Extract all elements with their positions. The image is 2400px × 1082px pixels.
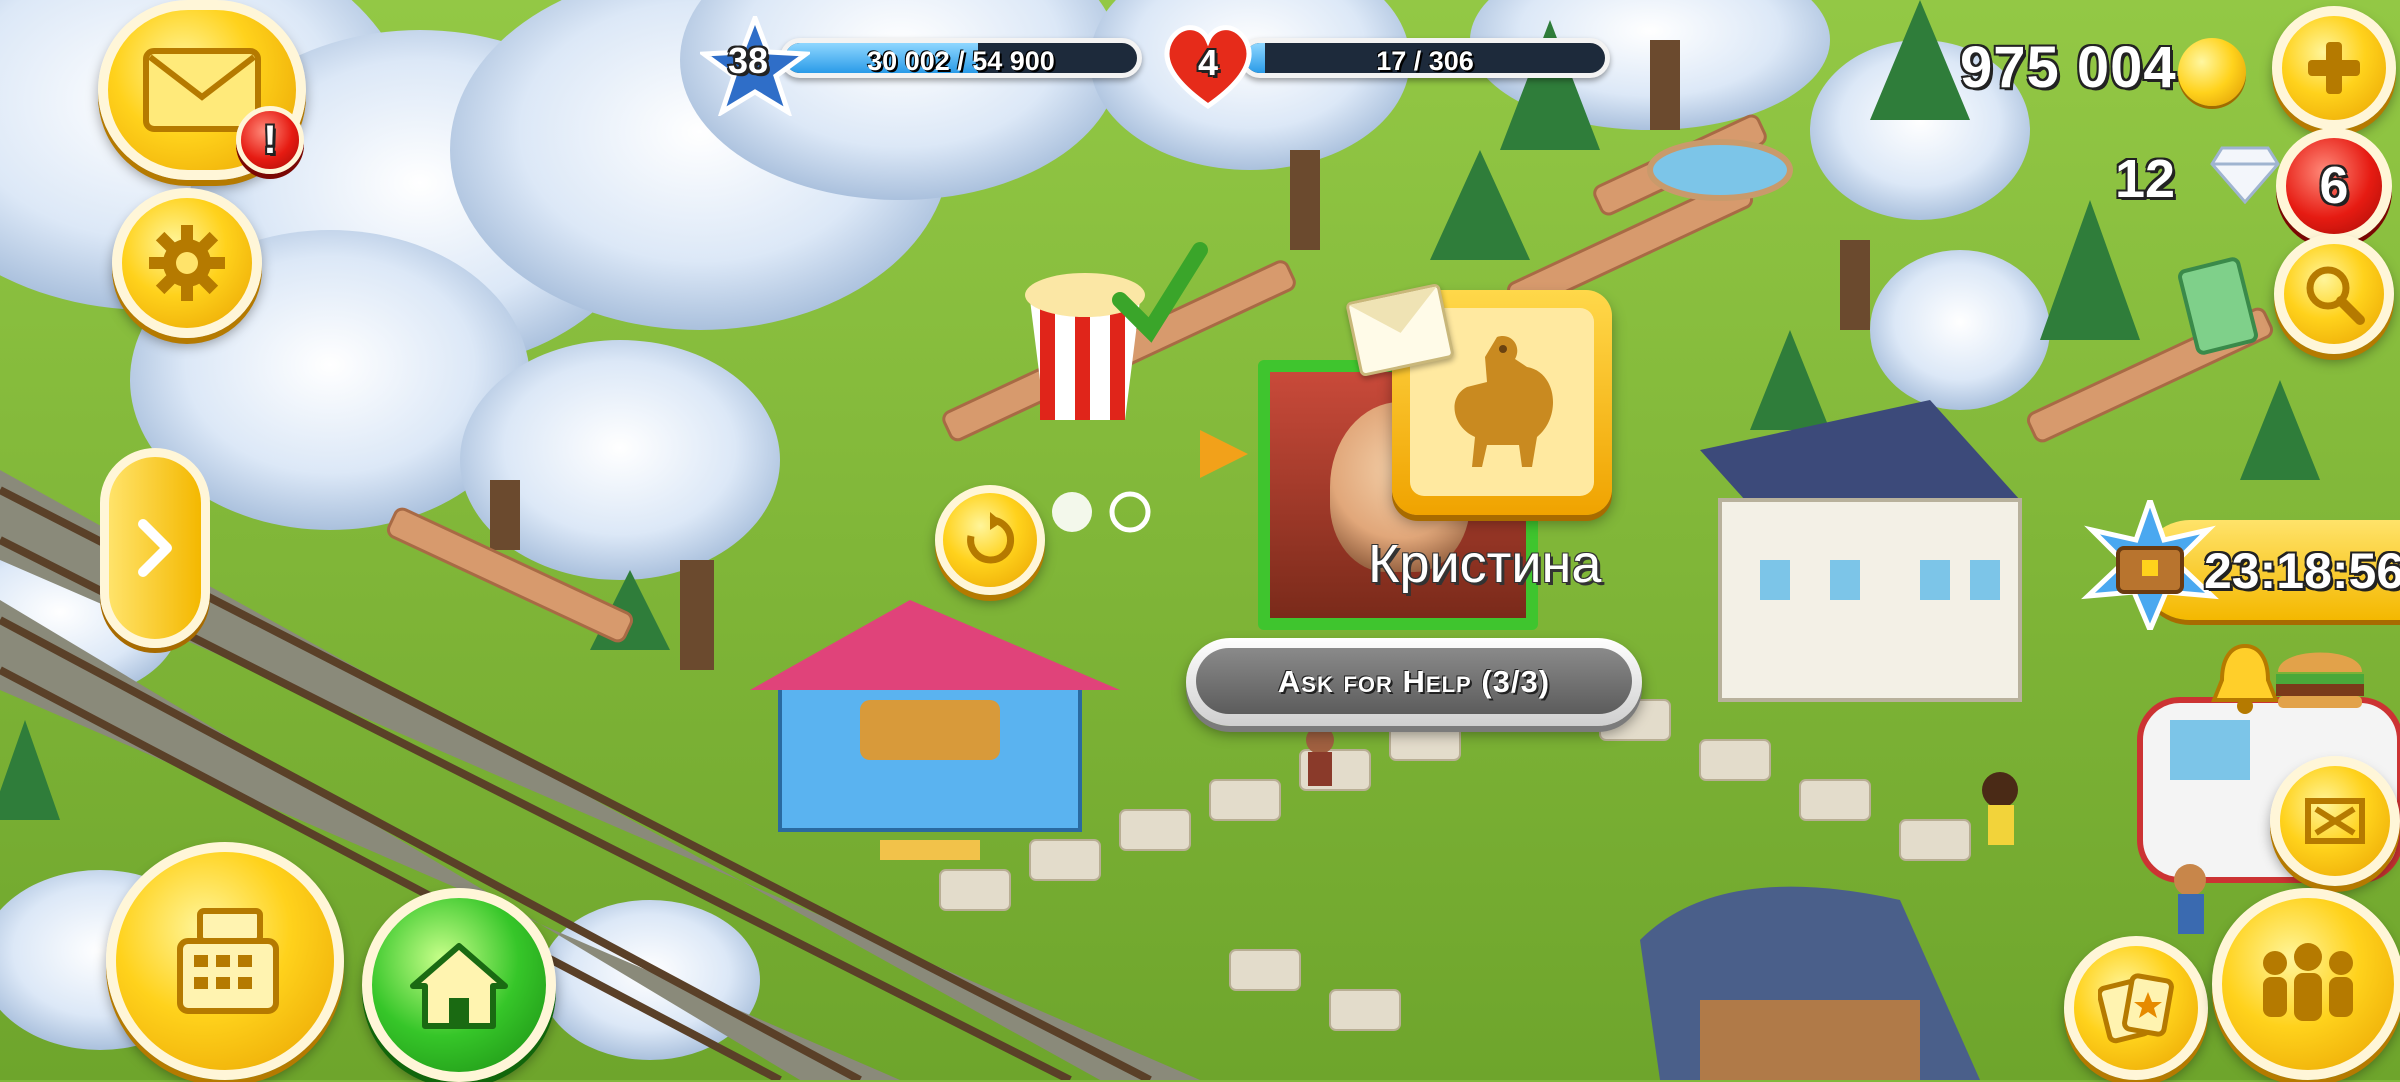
popcorn-icon	[1025, 273, 1145, 420]
house-icon	[410, 943, 508, 1029]
coin-icon	[2178, 38, 2246, 106]
cards-icon	[2098, 973, 2174, 1044]
coin-count: 975 004	[1960, 35, 2177, 100]
diamond-icon	[2210, 146, 2280, 204]
refresh-button[interactable]	[935, 485, 1045, 595]
cards-button[interactable]	[2064, 936, 2208, 1080]
expand-arrows-icon	[2305, 798, 2365, 844]
diamond-count: 12	[2115, 149, 2176, 209]
chicken-icon	[1454, 336, 1554, 467]
search-button[interactable]	[2274, 234, 2394, 354]
notifications-count: 6	[2319, 157, 2349, 215]
arrow-right-icon	[1200, 430, 1248, 478]
player-name: Кристина	[1368, 534, 1602, 594]
settings-button[interactable]	[112, 188, 262, 338]
reputation-bar[interactable]: 17 / 306	[1240, 38, 1610, 78]
magnifier-icon	[2306, 266, 2365, 325]
level-number: 38	[727, 40, 769, 81]
mail-alert-badge: !	[236, 106, 304, 174]
notifications-badge[interactable]: 6	[2276, 128, 2392, 244]
event-timer: 23:18:56	[2204, 543, 2400, 599]
fullscreen-button[interactable]	[2270, 756, 2400, 886]
reputation-level: 4	[1197, 42, 1219, 83]
xp-text: 30 002 / 54 900	[867, 46, 1055, 76]
ask-for-help-label: Ask for Help (3/3)	[1277, 664, 1551, 699]
treasure-chest-icon[interactable]	[2080, 500, 2220, 630]
farm-scene	[0, 0, 2400, 1080]
chevron-right-icon	[138, 519, 172, 577]
gear-icon	[149, 225, 225, 301]
home-button[interactable]	[362, 888, 556, 1082]
people-icon	[2263, 943, 2353, 1021]
friends-button[interactable]	[2212, 888, 2400, 1080]
cash-register-icon	[177, 908, 279, 1014]
add-coins-button[interactable]	[2272, 6, 2396, 130]
refresh-icon	[967, 512, 1015, 564]
burger-icon	[2276, 652, 2364, 708]
mail-alert: !	[263, 117, 277, 162]
ask-for-help-button[interactable]: Ask for Help (3/3)	[1186, 638, 1642, 726]
reputation-text: 17 / 306	[1376, 46, 1474, 76]
expand-sidebar-button[interactable]	[100, 448, 210, 648]
plus-icon	[2308, 42, 2360, 94]
xp-bar[interactable]: 30 002 / 54 900	[780, 38, 1142, 78]
shop-button[interactable]	[106, 842, 344, 1080]
